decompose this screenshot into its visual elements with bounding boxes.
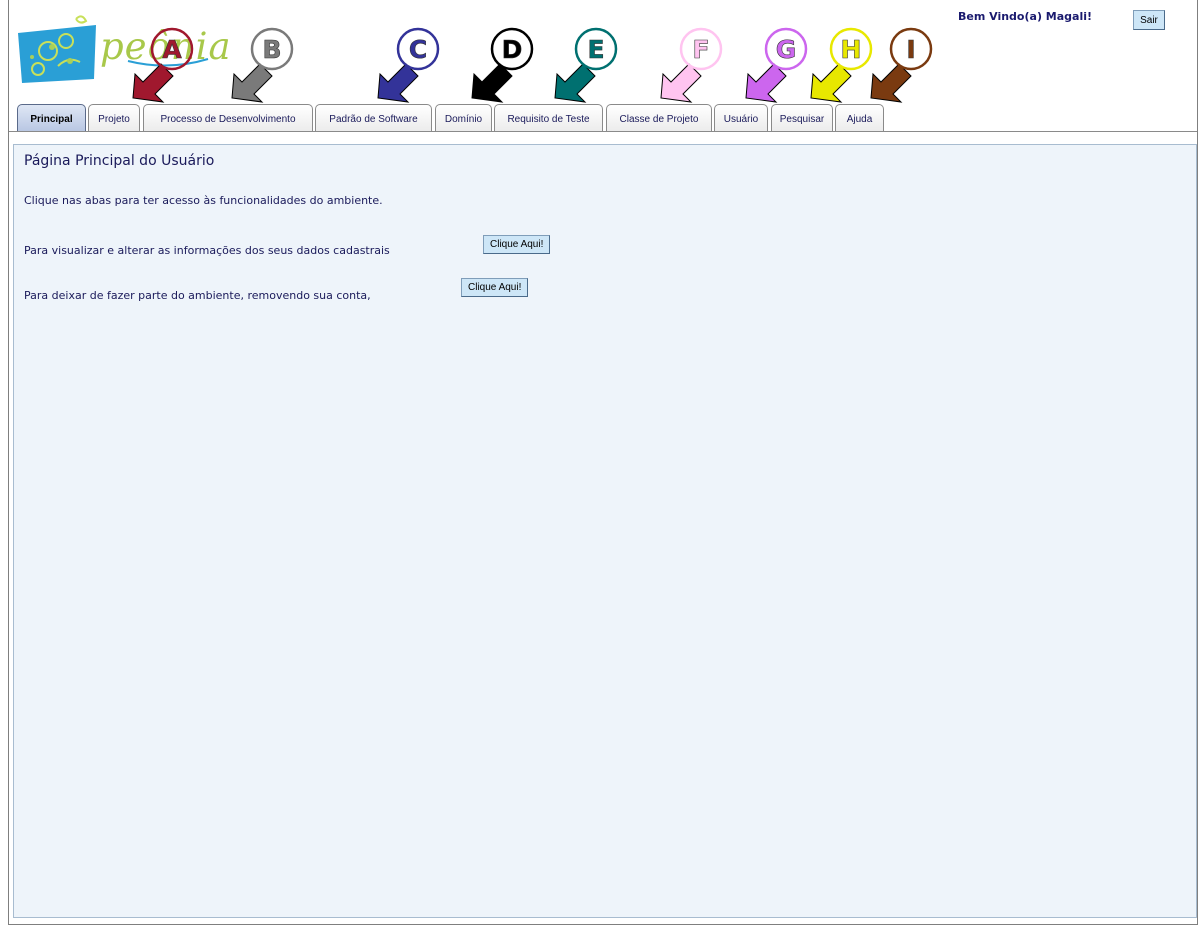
marker-letter-d: D xyxy=(502,35,523,64)
marker-f: F xyxy=(660,27,723,103)
marker-g: G xyxy=(745,27,808,103)
tab-pesquisar[interactable]: Pesquisar xyxy=(771,104,833,131)
tab-classe-de-projeto[interactable]: Classe de Projeto xyxy=(606,104,712,131)
tab-ajuda[interactable]: Ajuda xyxy=(835,104,884,131)
tab-processo-de-desenvolvimento[interactable]: Processo de Desenvolvimento xyxy=(143,104,313,131)
tab-principal[interactable]: Principal xyxy=(17,104,86,131)
main-panel: Página Principal do Usuário Clique nas a… xyxy=(13,144,1197,918)
marker-e: E xyxy=(554,27,618,103)
marker-arrow-d xyxy=(471,63,513,103)
logout-button[interactable]: Sair xyxy=(1133,10,1165,30)
edit-profile-text: Para visualizar e alterar as informações… xyxy=(24,244,390,257)
marker-arrow-a xyxy=(132,63,174,103)
edit-profile-button[interactable]: Clique Aqui! xyxy=(483,235,551,254)
marker-arrow-g xyxy=(745,63,787,103)
marker-letter-a: A xyxy=(162,35,182,64)
marker-c: C xyxy=(377,27,440,103)
marker-letter-f: F xyxy=(692,35,709,64)
marker-letter-h: H xyxy=(841,35,862,64)
tab-usuario[interactable]: Usuário xyxy=(714,104,768,131)
tab-dominio[interactable]: Domínio xyxy=(435,104,492,131)
marker-letter-i: I xyxy=(906,35,915,64)
marker-d: D xyxy=(471,27,534,103)
marker-letter-c: C xyxy=(409,35,427,64)
tab-baseline xyxy=(9,131,1197,132)
tab-padrao-de-software[interactable]: Padrão de Software xyxy=(315,104,432,131)
remove-account-button[interactable]: Clique Aqui! xyxy=(461,278,529,297)
marker-arrow-i xyxy=(870,63,912,103)
marker-arrow-e xyxy=(554,63,596,103)
intro-text: Clique nas abas para ter acesso às funci… xyxy=(24,194,383,207)
marker-arrow-f xyxy=(660,63,702,103)
marker-i: I xyxy=(870,27,933,103)
tab-requisito-de-teste[interactable]: Requisito de Teste xyxy=(494,104,603,131)
marker-h: H xyxy=(810,27,873,103)
remove-account-text: Para deixar de fazer parte do ambiente, … xyxy=(24,289,371,302)
marker-arrow-h xyxy=(810,63,852,103)
marker-letter-g: G xyxy=(776,35,797,64)
marker-arrow-c xyxy=(377,63,419,103)
page-title: Página Principal do Usuário xyxy=(24,153,215,169)
marker-letter-b: B xyxy=(262,35,281,64)
marker-arrow-b xyxy=(231,63,273,103)
welcome-text: Bem Vindo(a) Magali! xyxy=(958,10,1093,23)
marker-b: B xyxy=(231,27,294,103)
marker-a: A xyxy=(132,27,194,103)
marker-letter-e: E xyxy=(587,35,604,64)
tab-projeto[interactable]: Projeto xyxy=(88,104,140,131)
